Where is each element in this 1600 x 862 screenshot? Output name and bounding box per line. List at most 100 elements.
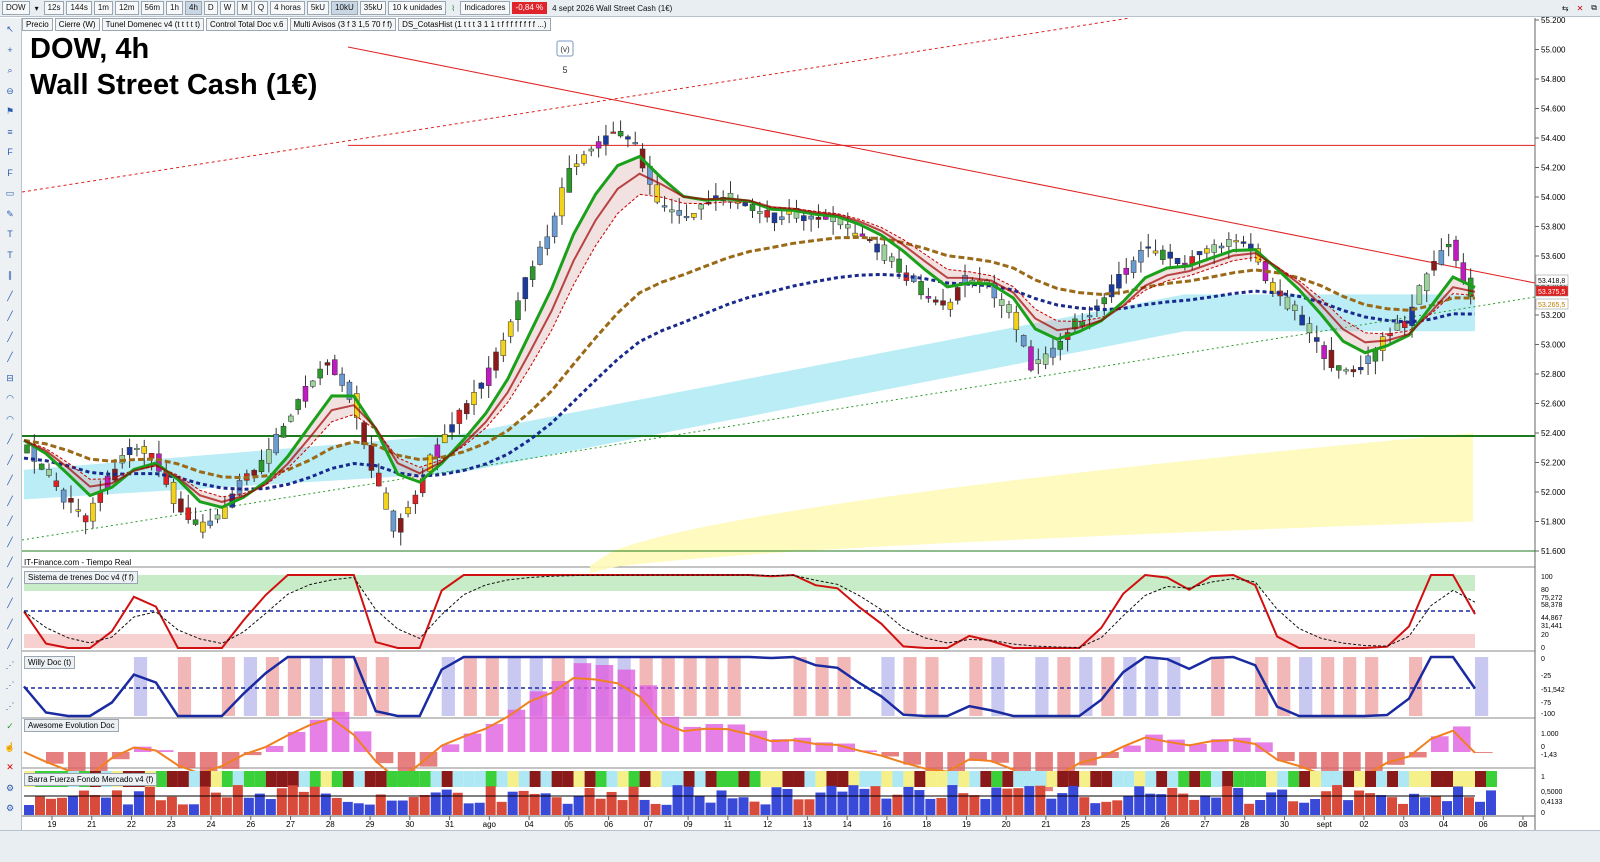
barra-bar xyxy=(1112,800,1123,815)
barra-bar xyxy=(771,787,782,815)
trains-tick-label: 80 xyxy=(1541,587,1549,594)
candle-body xyxy=(529,266,536,280)
y-tick-label: 52.800 xyxy=(1541,370,1566,379)
barra-top-block xyxy=(705,771,717,787)
barra-bar xyxy=(1387,797,1398,815)
candle-body xyxy=(698,204,704,210)
barra-bar xyxy=(870,786,881,815)
barra-top-block xyxy=(1024,771,1036,787)
barra-bar xyxy=(804,799,815,815)
x-tick-label: 20 xyxy=(1002,820,1011,829)
barra-bar xyxy=(177,804,188,815)
pane-label-barra[interactable]: Barra Fuerza Fondo Mercado v4 (f) xyxy=(24,773,158,786)
barra-bar xyxy=(298,791,309,815)
candle-body xyxy=(559,187,565,217)
barra-bar xyxy=(144,786,155,815)
barra-tick-label: 1 xyxy=(1541,774,1545,781)
barra-top-block xyxy=(925,771,937,787)
trains-tick-label: 44,867 xyxy=(1541,615,1563,622)
barra-top-block xyxy=(1442,771,1454,787)
y-tick-label: 53.000 xyxy=(1541,341,1566,350)
barra-bar xyxy=(1222,785,1233,815)
pane-label-willy[interactable]: Willy Doc (t) xyxy=(24,656,76,669)
candle-body xyxy=(251,469,257,476)
willy-zone-bar xyxy=(661,657,675,716)
pane-label-trains[interactable]: Sistema de trenes Doc v4 (f f) xyxy=(24,571,138,584)
barra-top-block xyxy=(562,771,574,787)
barra-bar xyxy=(1244,803,1255,815)
candle-body xyxy=(90,502,96,522)
candle-body xyxy=(537,246,543,265)
candle-body xyxy=(148,452,155,459)
barra-top-block xyxy=(1387,771,1399,787)
awesome-bar xyxy=(353,731,372,752)
candle-body xyxy=(1365,355,1371,364)
barra-top-block xyxy=(760,771,772,787)
trains-tick-label: 0 xyxy=(1541,645,1545,652)
barra-top-block xyxy=(1178,771,1190,787)
barra-top-block xyxy=(496,771,508,787)
barra-bar xyxy=(45,798,56,815)
barra-bar xyxy=(265,799,276,815)
awesome-bar xyxy=(1475,752,1493,753)
barra-bar xyxy=(606,791,617,815)
candle-body xyxy=(925,296,932,299)
candle-body xyxy=(566,168,573,193)
candle-body xyxy=(625,136,631,140)
barra-top-block xyxy=(331,771,343,787)
barra-top-block xyxy=(1145,771,1157,787)
willy-tick-label: -51,542 xyxy=(1541,687,1565,694)
x-tick-label: 21 xyxy=(1041,820,1050,829)
candle-body xyxy=(1248,243,1254,249)
candle-body xyxy=(1240,241,1247,244)
barra-bar xyxy=(199,786,210,815)
wave-number-label: 5 xyxy=(562,65,567,75)
barra-top-block xyxy=(419,771,431,787)
barra-top-block xyxy=(1321,771,1333,787)
x-tick-label: 03 xyxy=(1399,820,1408,829)
x-tick-label: 26 xyxy=(1161,820,1170,829)
barra-bar xyxy=(353,803,364,815)
barra-top-block xyxy=(254,771,266,787)
awesome-bar xyxy=(265,745,284,752)
barra-top-block xyxy=(1277,771,1289,787)
candle-body xyxy=(302,386,309,402)
candle-body xyxy=(1123,267,1129,275)
candle-body xyxy=(1196,251,1203,256)
barra-top-block xyxy=(628,771,640,787)
barra-bar xyxy=(1277,789,1288,815)
willy-zone-bar xyxy=(507,657,521,716)
candle-body xyxy=(46,469,52,476)
barra-top-block xyxy=(199,771,211,787)
barra-bar xyxy=(89,795,100,815)
y-tick-label: 54.200 xyxy=(1541,164,1566,173)
barra-bar xyxy=(1288,801,1299,815)
trains-tick-label: 100 xyxy=(1541,574,1553,581)
barra-bar xyxy=(463,803,474,815)
willy-zone-bar xyxy=(925,657,939,716)
candle-body xyxy=(383,492,389,510)
barra-bar xyxy=(78,790,89,815)
barra-bar xyxy=(562,803,573,815)
candle-body xyxy=(1284,296,1291,310)
barra-top-block xyxy=(771,771,783,787)
x-tick-label: sept xyxy=(1317,820,1333,829)
pane-label-awesome[interactable]: Awesome Evolution Doc xyxy=(24,719,119,732)
x-tick-label: 06 xyxy=(1479,820,1488,829)
barra-top-block xyxy=(364,771,376,787)
candle-body xyxy=(1226,239,1232,247)
candle-body xyxy=(779,216,785,220)
willy-zone-bar xyxy=(1057,657,1071,716)
barra-top-block xyxy=(540,771,552,787)
barra-bar xyxy=(342,801,353,815)
barra-top-block xyxy=(441,771,453,787)
y-tick-label: 53.800 xyxy=(1541,223,1566,232)
candle-body xyxy=(1042,353,1049,365)
chart-canvas[interactable]: (v) 5 55.200 55.000 54.800 54.600 54.400 54.200… xyxy=(0,0,1600,861)
x-tick-label: 08 xyxy=(1519,820,1528,829)
x-tick-label: 02 xyxy=(1360,820,1369,829)
barra-bar xyxy=(320,793,331,815)
barra-top-block xyxy=(1365,771,1377,787)
barra-bar xyxy=(56,797,67,815)
candle-body xyxy=(1218,245,1225,249)
